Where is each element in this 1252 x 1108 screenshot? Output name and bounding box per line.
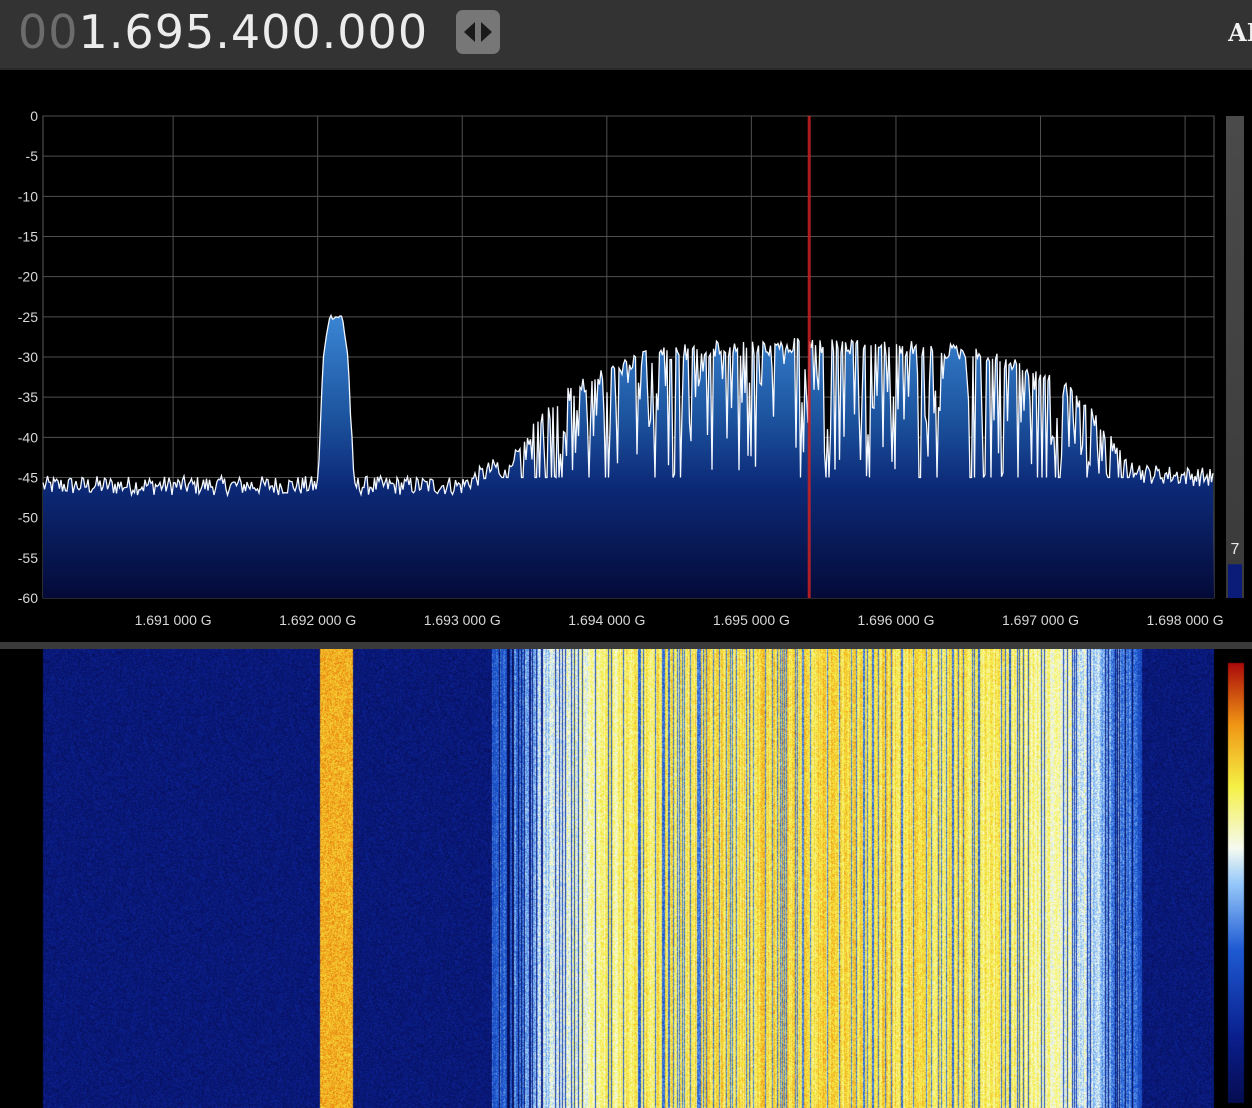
x-tick-label: 1.693 000 G [424, 612, 501, 628]
y-tick-label: -20 [18, 269, 38, 285]
frequency-digits[interactable]: 1.695.400.000 [79, 5, 429, 59]
level-scale-fill [1228, 564, 1242, 598]
y-tick-label: -35 [18, 389, 38, 405]
frequency-leading-digits[interactable]: 00 [18, 5, 79, 59]
y-tick-label: 0 [30, 108, 38, 124]
y-tick-label: -60 [18, 590, 38, 606]
x-tick-label: 1.695 000 G [713, 612, 790, 628]
x-tick-label: 1.696 000 G [857, 612, 934, 628]
y-tick-label: -40 [18, 429, 38, 445]
y-tick-label: -45 [18, 470, 38, 486]
y-axis-ticks: 0 -5 -10 -15 -20 -25 -30 -35 -40 -45 -50 -55 -60 [18, 108, 38, 606]
x-tick-label: 1.697 000 G [1002, 612, 1079, 628]
x-axis-ticks: 1.691 000 G 1.692 000 G 1.693 000 G 1.694 0… [135, 612, 1224, 628]
y-tick-label: -15 [18, 229, 38, 245]
panel-divider[interactable] [0, 642, 1252, 649]
frequency-display[interactable]: 001.695.400.000 [18, 4, 428, 60]
y-tick-label: -10 [18, 188, 38, 204]
x-tick-label: 1.698 000 G [1147, 612, 1224, 628]
level-scale-value: 7 [1231, 541, 1240, 558]
frequency-toolbar: 001.695.400.000 AI [0, 0, 1252, 70]
left-right-arrows-icon [464, 22, 492, 42]
y-tick-label: -5 [26, 148, 39, 164]
x-tick-label: 1.691 000 G [135, 612, 212, 628]
y-tick-label: -30 [18, 349, 38, 365]
waterfall-display[interactable] [0, 649, 1252, 1108]
y-tick-label: -25 [18, 309, 38, 325]
spectrum-chart[interactable]: 0 -5 -10 -15 -20 -25 -30 -35 -40 -45 -50 -55 -60 1.6… [0, 72, 1252, 642]
y-tick-label: -50 [18, 510, 38, 526]
tune-direction-button[interactable] [456, 10, 500, 54]
x-tick-label: 1.692 000 G [279, 612, 356, 628]
y-tick-label: -55 [18, 550, 38, 566]
right-label: AI [1228, 18, 1252, 47]
x-tick-label: 1.694 000 G [568, 612, 645, 628]
level-scale-bar[interactable] [1226, 116, 1244, 598]
